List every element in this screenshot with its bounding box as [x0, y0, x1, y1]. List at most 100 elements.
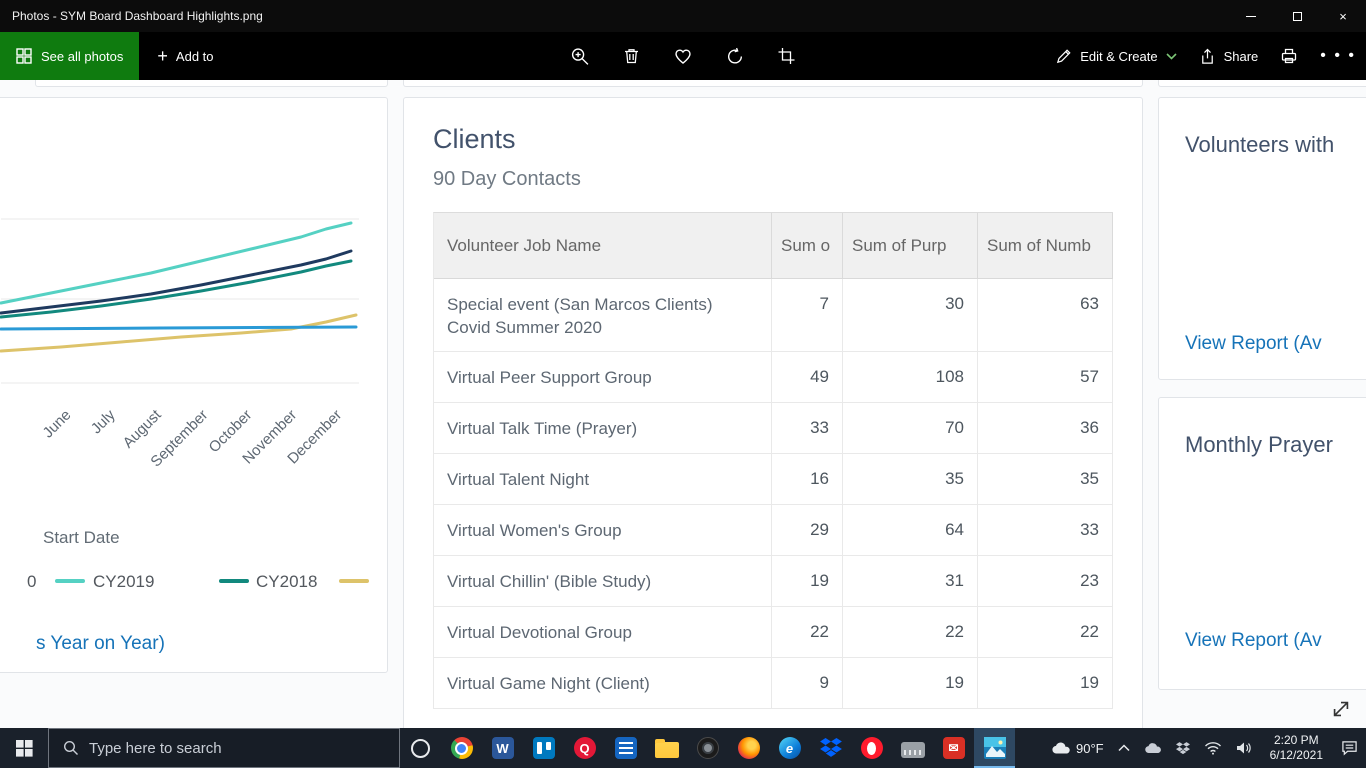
- card-remnant: [35, 80, 388, 87]
- minimize-button[interactable]: [1228, 0, 1274, 32]
- line-chart: [0, 218, 359, 384]
- word-icon: W: [491, 737, 514, 759]
- column-header: Sum o: [772, 213, 843, 278]
- taskbar-clock[interactable]: 2:20 PM 6/12/2021: [1266, 733, 1327, 763]
- table-header-row: Volunteer Job Name Sum o Sum of Purp Sum…: [434, 213, 1113, 279]
- news-app-button[interactable]: [605, 728, 646, 768]
- card-remnant: [1158, 80, 1366, 87]
- share-icon: [1199, 48, 1216, 65]
- onedrive-tray-button[interactable]: [1144, 728, 1162, 768]
- weather-widget[interactable]: 90°F: [1051, 728, 1104, 768]
- expand-image-button[interactable]: [1328, 696, 1354, 722]
- table-row: Virtual Devotional Group 22 22 22: [434, 607, 1113, 658]
- column-header: Volunteer Job Name: [434, 213, 772, 278]
- volunteers-card: Volunteers with View Report (Av: [1158, 97, 1366, 380]
- edit-and-create-button[interactable]: Edit & Create: [1055, 48, 1177, 65]
- search-icon: [63, 740, 78, 755]
- mail-icon: ✉: [942, 737, 965, 759]
- trello-icon: [532, 737, 555, 759]
- table-row: Virtual Talk Time (Prayer) 33 70 36: [434, 403, 1113, 454]
- folder-icon: [654, 739, 679, 758]
- photos-app-button[interactable]: [974, 728, 1015, 768]
- table-row: Special event (San Marcos Clients) Covid…: [434, 279, 1113, 352]
- start-button[interactable]: [0, 728, 48, 768]
- column-header: Sum of Numb: [978, 213, 1113, 278]
- weather-cloud-icon: [1052, 742, 1070, 754]
- windows-logo-icon: [15, 739, 33, 757]
- search-input[interactable]: [89, 739, 339, 757]
- firefox-icon: [737, 737, 760, 759]
- see-all-photos-button[interactable]: See all photos: [0, 32, 140, 80]
- taskbar-search[interactable]: [48, 728, 400, 768]
- diagonal-expand-icon: [1333, 701, 1349, 717]
- close-button[interactable]: ×: [1320, 0, 1366, 32]
- print-button[interactable]: [1280, 47, 1298, 65]
- rotate-button[interactable]: [726, 47, 745, 66]
- photo-grid-icon: [16, 48, 32, 64]
- word-app-button[interactable]: W: [482, 728, 523, 768]
- table-row: Virtual Chillin' (Bible Study) 19 31 23: [434, 556, 1113, 607]
- card-title: Monthly Prayer: [1185, 432, 1333, 457]
- camera-app-button[interactable]: [687, 728, 728, 768]
- series-line-navy: [0, 249, 353, 315]
- plus-icon: +: [157, 46, 168, 66]
- cortana-icon: [411, 738, 430, 758]
- favorite-heart-button[interactable]: [674, 47, 693, 66]
- keyboard-app-button[interactable]: [892, 728, 933, 768]
- view-report-link: View Report (Av: [1185, 333, 1322, 354]
- keyboard-icon: [900, 742, 925, 758]
- card-subtitle: 90 Day Contacts: [433, 168, 581, 190]
- table-row: Virtual Game Night (Client) 9 19 19: [434, 658, 1113, 709]
- table-row: Virtual Peer Support Group 49 108 57: [434, 352, 1113, 403]
- dropbox-tray-button[interactable]: [1175, 728, 1190, 768]
- legend-label-partial: 0: [27, 572, 37, 591]
- edge-icon: e: [778, 737, 801, 759]
- dropbox-icon: [819, 738, 842, 757]
- legend-swatch-cy2019: [55, 579, 85, 583]
- chrome-icon: [450, 737, 473, 759]
- edit-pencil-icon: [1055, 48, 1072, 65]
- minimize-icon: [1246, 15, 1256, 17]
- photo-canvas[interactable]: June July August September October Novem…: [0, 80, 1366, 728]
- edge-app-button[interactable]: e: [769, 728, 810, 768]
- clock-time: 2:20 PM: [1273, 733, 1319, 747]
- add-to-button[interactable]: + Add to: [139, 32, 231, 80]
- photos-app-window: Photos - SYM Board Dashboard Highlights.…: [0, 0, 1366, 768]
- wifi-icon: [1204, 742, 1221, 755]
- network-tray-button[interactable]: [1204, 728, 1222, 768]
- card-title: Clients: [433, 124, 516, 154]
- more-options-button[interactable]: • • •: [1320, 47, 1356, 65]
- view-report-link-partial: s Year on Year): [36, 633, 165, 654]
- opera-app-button[interactable]: [851, 728, 892, 768]
- mail-app-button[interactable]: ✉: [933, 728, 974, 768]
- maximize-button[interactable]: [1274, 0, 1320, 32]
- share-button[interactable]: Share: [1199, 48, 1258, 65]
- window-title: Photos - SYM Board Dashboard Highlights.…: [12, 9, 263, 23]
- firefox-app-button[interactable]: [728, 728, 769, 768]
- volume-tray-button[interactable]: [1236, 728, 1252, 768]
- cortana-button[interactable]: [400, 728, 441, 768]
- delete-button[interactable]: [623, 47, 641, 65]
- title-bar: Photos - SYM Board Dashboard Highlights.…: [0, 0, 1366, 32]
- action-center-button[interactable]: [1341, 728, 1358, 768]
- camera-icon: [696, 737, 719, 759]
- dropbox-app-button[interactable]: [810, 728, 851, 768]
- opera-icon: [860, 737, 883, 759]
- zoom-button[interactable]: [571, 47, 590, 66]
- show-hidden-icons-button[interactable]: [1118, 728, 1130, 768]
- photos-app-icon: [983, 737, 1006, 759]
- add-to-label: Add to: [175, 48, 214, 64]
- chevron-down-icon: [1166, 52, 1177, 60]
- column-header: Sum of Purp: [843, 213, 978, 278]
- quicken-app-button[interactable]: Q: [564, 728, 605, 768]
- trello-app-button[interactable]: [523, 728, 564, 768]
- chrome-app-button[interactable]: [441, 728, 482, 768]
- clock-date: 6/12/2021: [1269, 748, 1323, 762]
- series-line-blue-flat: [0, 325, 358, 331]
- clients-card: Clients 90 Day Contacts Volunteer Job Na…: [403, 97, 1143, 728]
- card-remnant: [403, 80, 1143, 87]
- card-title: Volunteers with: [1185, 132, 1335, 157]
- file-explorer-button[interactable]: [646, 728, 687, 768]
- maximize-icon: [1292, 11, 1302, 21]
- crop-button[interactable]: [778, 47, 796, 65]
